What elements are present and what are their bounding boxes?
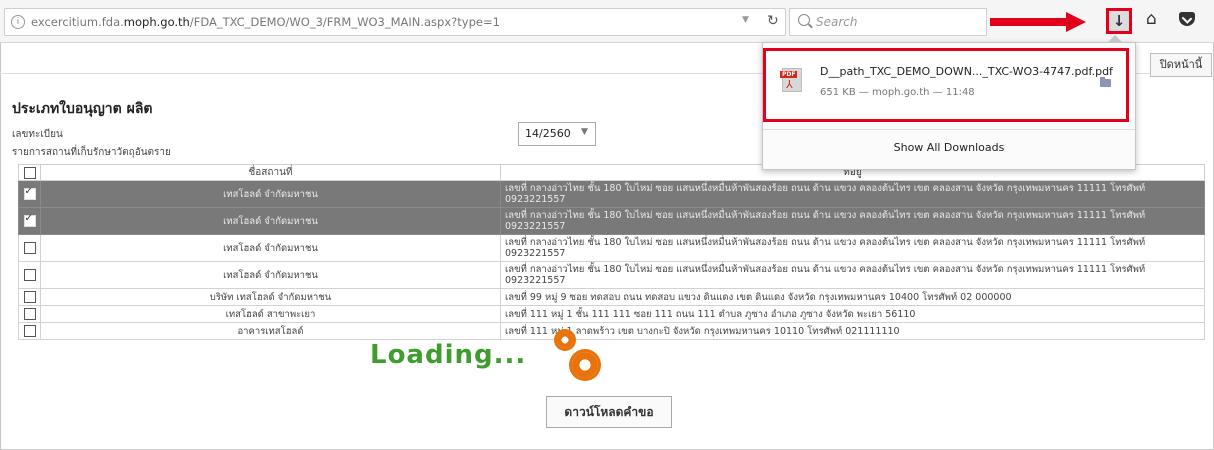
row-checkbox-cell[interactable]	[18, 305, 41, 323]
gear-icon	[572, 352, 598, 378]
place-name-cell: เทสโฮลด์ จำกัดมหาชน	[40, 261, 501, 289]
search-icon	[798, 14, 810, 26]
place-name-cell: เทสโฮลด์ จำกัดมหาชน	[40, 234, 501, 262]
divider	[763, 129, 1135, 130]
place-name-cell: เทสโฮลด์ จำกัดมหาชน	[40, 180, 501, 208]
address-cell: เลขที่ กลางอ่าวไทย ชั้น 180 ใบไหม่ ซอย แ…	[500, 207, 1205, 235]
download-item[interactable]: D__path_TXC_DEMO_DOWN..._TXC-WO3-4747.pd…	[763, 48, 1129, 122]
chevron-down-icon: ▼	[581, 127, 588, 137]
folder-icon[interactable]	[1100, 77, 1111, 87]
annotation-arrow	[990, 18, 1068, 26]
column-header-name: ชื่อสถานที่	[40, 164, 501, 181]
address-cell: เลขที่ กลางอ่าวไทย ชั้น 180 ใบไหม่ ซอย แ…	[500, 180, 1205, 208]
panel-caret	[1107, 35, 1123, 43]
table-row[interactable]: เทสโฮลด์ จำกัดมหาชนเลขที่ กลางอ่าวไทย ชั…	[18, 261, 1205, 289]
row-checkbox-cell[interactable]	[18, 207, 41, 235]
info-icon[interactable]: i	[11, 15, 25, 29]
table-row[interactable]: เทสโฮลด์ สาขาพะเยา เลขที่ 111 หมู่ 1 ชั้น…	[18, 305, 1205, 323]
loading-overlay: Loading...	[370, 330, 610, 390]
dropdown-icon[interactable]: ▼	[742, 15, 749, 25]
registration-label: เลขทะเบียน	[12, 129, 63, 140]
row-checkbox[interactable]	[23, 213, 36, 227]
row-checkbox-cell[interactable]	[18, 234, 41, 262]
address-cell: เลขที่ 111 หมู่ 1 ชั้น 111 111 ซอย 111 ถ…	[500, 305, 1205, 323]
row-checkbox[interactable]	[23, 291, 36, 303]
row-checkbox-cell[interactable]	[18, 180, 41, 208]
download-meta: 651 KB — moph.go.th — 11:48	[820, 87, 975, 98]
address-cell: เลขที่ กลางอ่าวไทย ชั้น 180 ใบไหม่ ซอย แ…	[500, 261, 1205, 289]
row-checkbox[interactable]	[23, 325, 36, 337]
storage-list-label: รายการสถานที่เก็บรักษาวัตถุอันตราย	[12, 147, 171, 158]
annotation-arrow-head	[1066, 12, 1086, 32]
pocket-icon[interactable]	[1179, 12, 1195, 26]
row-checkbox[interactable]	[23, 269, 36, 281]
row-checkbox[interactable]	[23, 242, 36, 254]
gear-icon	[557, 332, 573, 348]
table-row[interactable]: เทสโฮลด์ จำกัดมหาชนเลขที่ กลางอ่าวไทย ชั…	[18, 234, 1205, 262]
loading-text: Loading...	[370, 340, 527, 370]
downloads-button[interactable]: ↓	[1106, 8, 1132, 34]
browser-toolbar: i excercitium.fda.moph.go.th/FDA_TXC_DEM…	[0, 0, 1214, 43]
table-row[interactable]: เทสโฮลด์ จำกัดมหาชนเลขที่ กลางอ่าวไทย ชั…	[18, 180, 1205, 208]
row-checkbox-cell[interactable]	[18, 261, 41, 289]
page-title: ประเภทใบอนุญาต ผลิต	[12, 101, 153, 117]
pdf-file-icon	[780, 68, 802, 92]
download-filename: D__path_TXC_DEMO_DOWN..._TXC-WO3-4747.pd…	[820, 65, 1113, 78]
place-name-cell: เทสโฮลด์ สาขาพะเยา	[40, 305, 501, 323]
place-name-cell: เทสโฮลด์ จำกัดมหาชน	[40, 207, 501, 235]
table-row[interactable]: บริษัท เทสโฮลด์ จำกัดมหาชน เลขที่ 99 หมู่…	[18, 288, 1205, 306]
table-row[interactable]: เทสโฮลด์ จำกัดมหาชนเลขที่ กลางอ่าวไทย ชั…	[18, 207, 1205, 235]
close-page-button[interactable]: ปิดหน้านี้	[1150, 53, 1212, 77]
address-cell: เลขที่ 99 หมู่ 9 ซอย ทดสอบ ถนน ทดสอบ แขว…	[500, 288, 1205, 306]
search-input[interactable]: Search	[789, 8, 987, 36]
registration-select[interactable]: 14/2560 ▼	[518, 122, 596, 146]
row-checkbox[interactable]	[23, 308, 36, 320]
url-bar[interactable]: i excercitium.fda.moph.go.th/FDA_TXC_DEM…	[4, 8, 786, 36]
select-all-header[interactable]	[18, 164, 41, 181]
row-checkbox-cell[interactable]	[18, 288, 41, 306]
storage-table: ชื่อสถานที่ ที่อยู่ เทสโฮลด์ จำกัดมหาชนเ…	[18, 164, 1205, 340]
download-icon: ↓	[1112, 12, 1126, 30]
select-all-checkbox[interactable]	[23, 166, 36, 179]
address-cell: เลขที่ กลางอ่าวไทย ชั้น 180 ใบไหม่ ซอย แ…	[500, 234, 1205, 262]
home-icon[interactable]: ⌂	[1146, 9, 1157, 29]
url-text[interactable]: excercitium.fda.moph.go.th/FDA_TXC_DEMO/…	[31, 15, 500, 29]
row-checkbox-cell[interactable]	[18, 322, 41, 340]
show-all-downloads-button[interactable]: Show All Downloads	[763, 141, 1135, 154]
download-request-button[interactable]: ดาวน์โหลดคำขอ	[546, 396, 672, 428]
search-placeholder: Search	[816, 15, 858, 29]
row-checkbox[interactable]	[23, 186, 36, 200]
reload-icon[interactable]: ↻	[767, 13, 779, 29]
place-name-cell: บริษัท เทสโฮลด์ จำกัดมหาชน	[40, 288, 501, 306]
table-row[interactable]: อาคารเทสโฮลด์ เลขที่ 111 หมู่ 1 ลาดพร้าว …	[18, 322, 1205, 340]
registration-select-value: 14/2560	[525, 127, 571, 140]
downloads-panel: D__path_TXC_DEMO_DOWN..._TXC-WO3-4747.pd…	[762, 35, 1136, 170]
